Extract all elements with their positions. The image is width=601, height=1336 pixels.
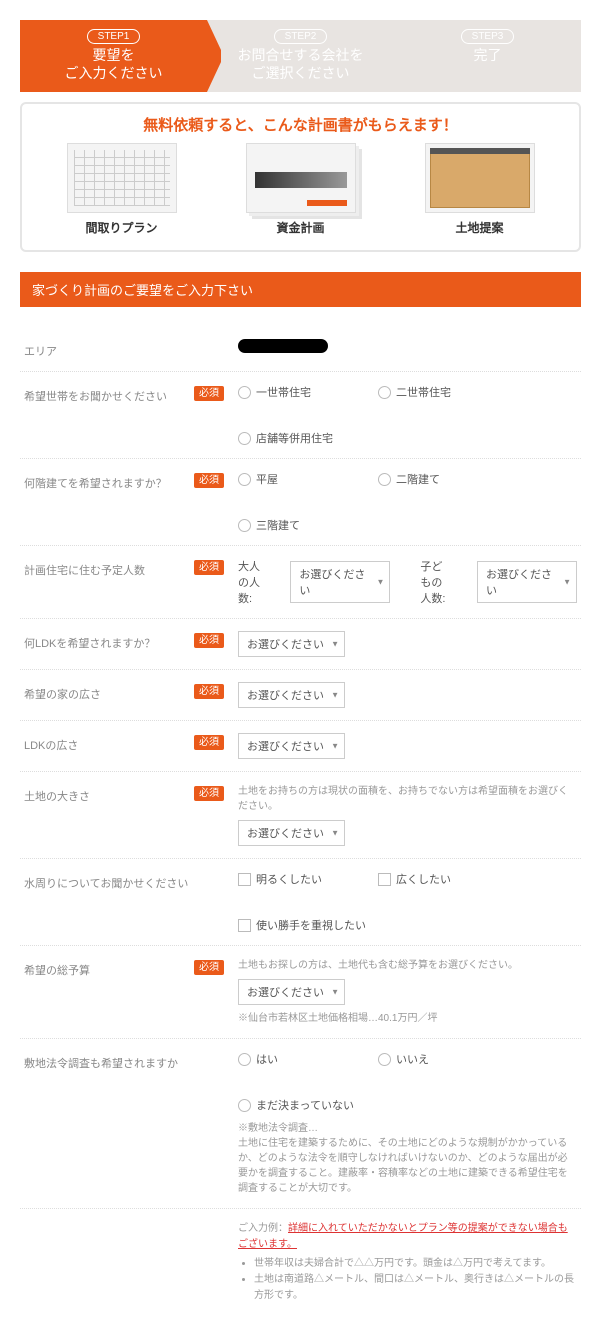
progress-steps: STEP1 要望をご入力ください STEP2 お問合せする会社をご選択ください … — [20, 20, 581, 92]
label-children: 子どもの人数: — [420, 558, 447, 606]
step-1: STEP1 要望をご入力ください — [20, 20, 207, 92]
land-note: 土地をお持ちの方は現状の面積を、お持ちでない方は希望面積をお選びください。 — [238, 784, 577, 814]
label-budget: 希望の総予算 — [24, 958, 194, 978]
radio-household-2[interactable]: 二世帯住宅 — [378, 384, 488, 400]
select-ldk-num[interactable]: お選びください — [238, 631, 345, 657]
label-people: 計画住宅に住む予定人数 — [24, 558, 194, 578]
required-badge: 必須 — [194, 386, 224, 401]
form-header: 家づくり計画のご要望をご入力下さい — [20, 272, 581, 307]
check-water-3[interactable]: 使い勝手を重視したい — [238, 917, 366, 933]
select-land-size[interactable]: お選びください — [238, 820, 345, 846]
label-adults: 大人の人数: — [238, 558, 260, 606]
promo-title: 無料依頼すると、こんな計画書がもらえます！ — [32, 114, 569, 135]
radio-survey-no[interactable]: いいえ — [378, 1051, 488, 1067]
check-water-1[interactable]: 明るくしたい — [238, 871, 348, 887]
radio-floor-1[interactable]: 平屋 — [238, 471, 348, 487]
label-survey: 敷地法令調査も希望されますか — [24, 1051, 194, 1071]
step-2: STEP2 お問合せする会社をご選択ください — [207, 20, 394, 92]
floorplan-icon — [67, 143, 177, 213]
budget-note-top: 土地もお探しの方は、土地代も含む総予算をお選びください。 — [238, 958, 577, 973]
step-3-badge: STEP3 — [461, 29, 515, 44]
step-3: STEP3 完了 — [394, 20, 581, 92]
radio-floor-3[interactable]: 三階建て — [238, 517, 348, 533]
select-children[interactable]: お選びください — [477, 561, 577, 603]
documents-icon — [246, 143, 356, 213]
select-adults[interactable]: お選びください — [290, 561, 390, 603]
label-water: 水周りについてお聞かせください — [24, 871, 194, 891]
label-floors: 何階建てを希望されますか？ — [24, 471, 194, 491]
label-area: エリア — [24, 339, 194, 359]
radio-survey-undecided[interactable]: まだ決まっていない — [238, 1097, 354, 1113]
select-ldk-size[interactable]: お選びください — [238, 733, 345, 759]
survey-note: ※敷地法令調査… 土地に住宅を建築するために、その土地にどのような規制がかかって… — [238, 1121, 577, 1196]
promo-box: 無料依頼すると、こんな計画書がもらえます！ 間取りプラン 資金計画 土地提案 — [20, 102, 581, 252]
radio-floor-2[interactable]: 二階建て — [378, 471, 488, 487]
label-ldk-num: 何LDKを希望されますか？ — [24, 631, 194, 651]
radio-household-3[interactable]: 店舗等併用住宅 — [238, 430, 348, 446]
radio-survey-yes[interactable]: はい — [238, 1051, 348, 1067]
budget-note-bot: ※仙台市若林区土地価格相場…40.1万円／坪 — [238, 1011, 577, 1026]
check-water-2[interactable]: 広くしたい — [378, 871, 488, 887]
example-box: ご入力例：詳細に入れていただかないとプラン等の提案ができない場合もございます。 … — [230, 1221, 577, 1304]
area-value-redacted — [238, 339, 328, 353]
land-icon — [425, 143, 535, 213]
label-ldk-size: LDKの広さ — [24, 733, 194, 753]
step-2-badge: STEP2 — [274, 29, 328, 44]
label-house-size: 希望の家の広さ — [24, 682, 194, 702]
select-budget[interactable]: お選びください — [238, 979, 345, 1005]
promo-item-land: 土地提案 — [425, 143, 535, 236]
step-1-badge: STEP1 — [87, 29, 141, 44]
promo-item-plan: 間取りプラン — [67, 143, 177, 236]
promo-item-fund: 資金計画 — [246, 143, 356, 236]
radio-household-1[interactable]: 一世帯住宅 — [238, 384, 348, 400]
select-house-size[interactable]: お選びください — [238, 682, 345, 708]
label-land-size: 土地の大きさ — [24, 784, 194, 804]
label-household: 希望世帯をお聞かせください — [24, 384, 194, 404]
